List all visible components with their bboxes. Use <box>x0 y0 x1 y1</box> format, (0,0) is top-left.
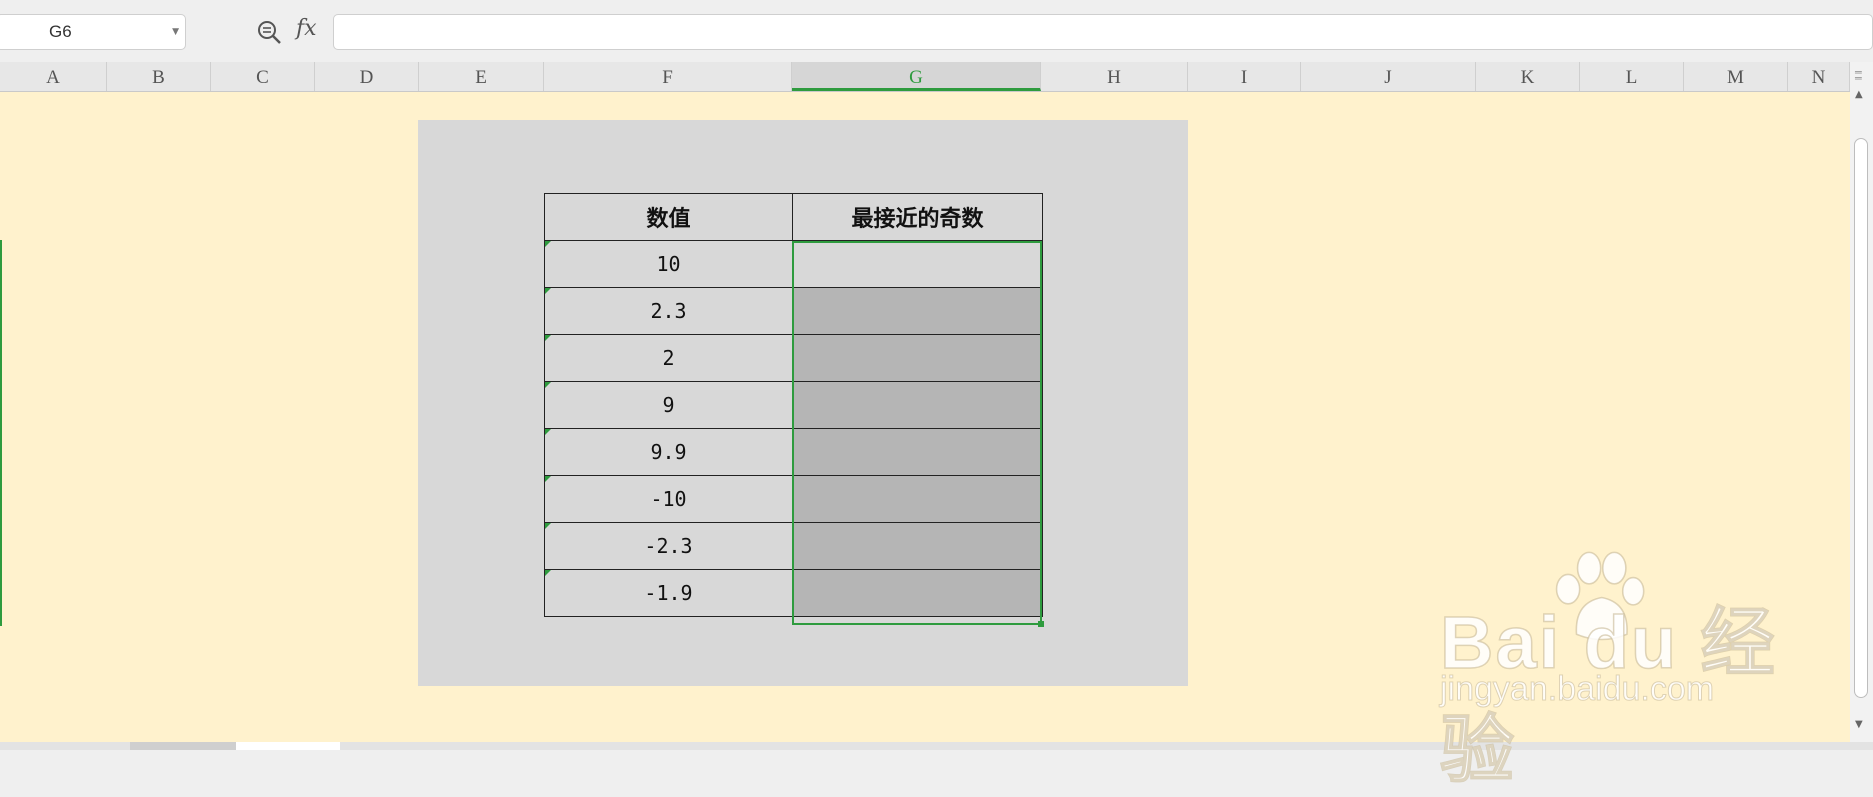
table-row: 9 <box>544 381 1043 429</box>
fill-handle[interactable] <box>1038 621 1044 627</box>
scroll-up-arrow-icon[interactable]: ▲ <box>1855 89 1863 100</box>
column-header-a[interactable]: A <box>0 62 107 91</box>
column-header-l[interactable]: L <box>1580 62 1684 91</box>
baidu-watermark: Bai du 经验 jingyan.baidu.com <box>1430 545 1810 792</box>
column-header-m[interactable]: M <box>1684 62 1788 91</box>
column-header-i[interactable]: I <box>1188 62 1301 91</box>
column-header-j[interactable]: J <box>1301 62 1476 91</box>
table-row: 2.3 <box>544 287 1043 335</box>
table-header-row: 数值 最接近的奇数 <box>544 193 1043 241</box>
result-cell[interactable] <box>792 569 1043 617</box>
scroll-grip-icon[interactable]: ═ ═ <box>1855 67 1867 84</box>
column-header-c[interactable]: C <box>211 62 315 91</box>
header-value[interactable]: 数值 <box>544 193 793 241</box>
result-cell[interactable] <box>792 381 1043 429</box>
value-cell[interactable]: -1.9 <box>544 569 793 617</box>
watermark-url: jingyan.baidu.com <box>1439 670 1715 709</box>
value-cell[interactable]: 2.3 <box>544 287 793 335</box>
table-row: 10 <box>544 240 1043 288</box>
header-nearest-odd[interactable]: 最接近的奇数 <box>792 193 1043 241</box>
value-cell[interactable]: 10 <box>544 240 793 288</box>
result-cell[interactable] <box>792 475 1043 523</box>
column-header-row: A B C D E F G H I J K L M N <box>0 62 1850 92</box>
result-cell[interactable] <box>792 522 1043 570</box>
column-header-d[interactable]: D <box>315 62 419 91</box>
formula-input[interactable] <box>333 14 1873 50</box>
result-cell[interactable] <box>792 287 1043 335</box>
column-header-b[interactable]: B <box>107 62 211 91</box>
sheet-tab[interactable] <box>130 742 236 750</box>
value-cell[interactable]: 9.9 <box>544 428 793 476</box>
column-header-n[interactable]: N <box>1788 62 1850 91</box>
table-row: 9.9 <box>544 428 1043 476</box>
name-box-value: G6 <box>49 22 72 41</box>
scrollbar-thumb[interactable] <box>1854 138 1868 698</box>
value-cell[interactable]: -2.3 <box>544 522 793 570</box>
table-row: -1.9 <box>544 569 1043 617</box>
formula-bar: G6 ▼ fx <box>0 0 1873 62</box>
name-box[interactable]: G6 ▼ <box>0 14 186 50</box>
result-cell[interactable] <box>792 334 1043 382</box>
result-cell[interactable] <box>792 428 1043 476</box>
chevron-down-icon[interactable]: ▼ <box>172 27 179 37</box>
column-header-g[interactable]: G <box>792 62 1041 91</box>
value-cell[interactable]: 9 <box>544 381 793 429</box>
sheet-tab-active[interactable] <box>236 742 340 750</box>
column-header-h[interactable]: H <box>1041 62 1188 91</box>
zoom-formula-icon[interactable] <box>255 18 283 46</box>
row-selection-indicator <box>0 240 2 626</box>
data-table: 数值 最接近的奇数 10 2.3 2 9 9.9 -10 -2.3 -1.9 <box>544 193 1043 617</box>
table-row: 2 <box>544 334 1043 382</box>
value-cell[interactable]: 2 <box>544 334 793 382</box>
scroll-down-arrow-icon[interactable]: ▼ <box>1855 719 1863 730</box>
table-row: -2.3 <box>544 522 1043 570</box>
vertical-scrollbar[interactable]: ═ ═ ▲ ▼ <box>1850 62 1873 750</box>
function-icon[interactable]: fx <box>296 16 317 41</box>
value-cell[interactable]: -10 <box>544 475 793 523</box>
result-cell[interactable] <box>792 240 1043 288</box>
column-header-k[interactable]: K <box>1476 62 1580 91</box>
column-header-f[interactable]: F <box>544 62 792 91</box>
column-header-e[interactable]: E <box>419 62 544 91</box>
table-row: -10 <box>544 475 1043 523</box>
